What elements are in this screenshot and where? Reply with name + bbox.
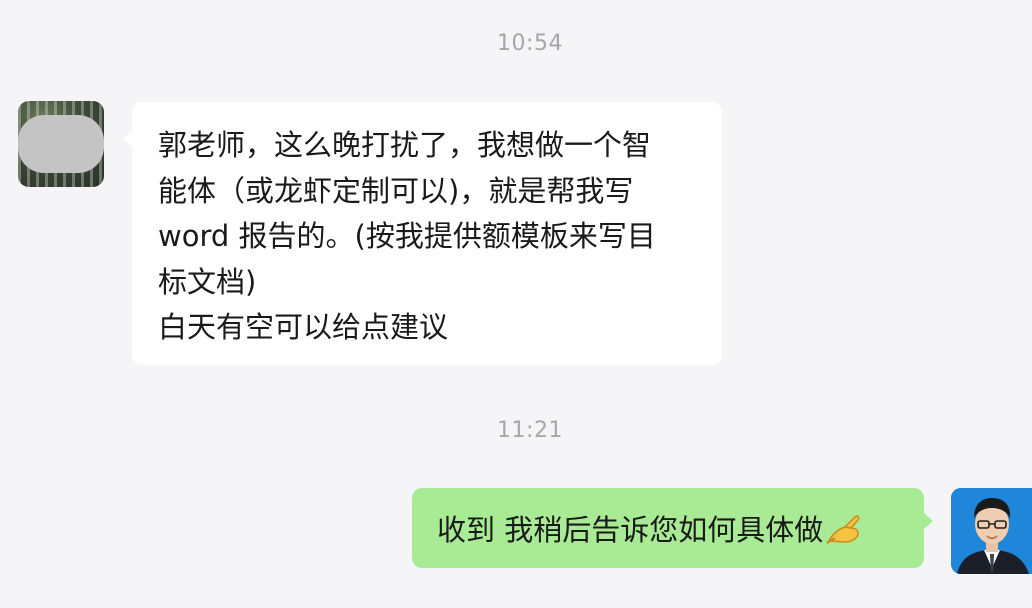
message-text: 收到 我稍后告诉您如何具体做 [437,513,824,547]
contact-avatar[interactable] [18,101,104,187]
outgoing-message-bubble[interactable]: 收到 我稍后告诉您如何具体做 [412,488,933,568]
self-avatar[interactable] [951,488,1032,574]
message-line: 能体（或龙虾定制可以)，就是帮我写 [158,173,634,208]
message-line: 标文档) [158,264,257,299]
timestamp: 10:54 [497,31,563,56]
chat-window: 10:54 郭老师，这么晚打扰了，我想做一个智 能体（或龙虾定制可以)，就是帮我… [0,0,1032,608]
message-line: word 报告的。(按我提供额模板来写目 [158,219,656,253]
self-avatar-image [951,488,1032,574]
incoming-message-bubble[interactable]: 郭老师，这么晚打扰了，我想做一个智 能体（或龙虾定制可以)，就是帮我写 word… [123,102,722,365]
message-line: 郭老师，这么晚打扰了，我想做一个智 [158,128,652,162]
message-line: 白天有空可以给点建议 [158,310,449,344]
timestamp: 11:21 [497,418,563,443]
avatar-blur-overlay [18,115,104,173]
pinching-hand-emoji-icon [825,511,863,545]
